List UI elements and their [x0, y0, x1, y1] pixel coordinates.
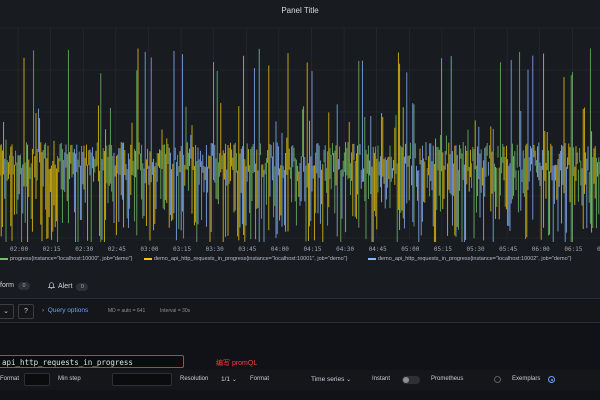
max-data-points-text: MD = auto = 641 — [108, 308, 146, 314]
exemplars-label: Exemplars — [512, 376, 541, 382]
query-options-row: Format Min step Resolution 1/1 ⌄ Format … — [0, 370, 600, 390]
min-step-label: Min step — [58, 376, 81, 382]
instant-toggle[interactable] — [402, 376, 420, 384]
resolution-label: Resolution — [180, 376, 209, 382]
x-tick-label: 02:15 — [42, 246, 61, 253]
x-tick-label: 03:00 — [140, 246, 159, 253]
tab-count-badge: 0 — [76, 283, 89, 291]
x-tick-label: 05:00 — [401, 246, 420, 253]
x-tick-label: 06:15 — [564, 246, 583, 253]
bell-icon — [47, 282, 56, 289]
divider — [0, 298, 600, 299]
x-tick-label: 02:45 — [107, 246, 126, 253]
query-options-toggle[interactable]: › Query options — [42, 307, 88, 314]
legend-swatch — [368, 257, 376, 260]
interval-text: Interval = 30s — [160, 308, 191, 314]
tab-transform[interactable]: form 0 — [0, 282, 30, 290]
query-tab-bar: form 0 Alert 0 — [0, 278, 600, 298]
legend: progress{instance="localhost:10000", job… — [0, 256, 600, 266]
legend-label: progress{instance="localhost:10000", job… — [10, 256, 133, 262]
tab-label: form — [0, 282, 14, 289]
tab-alert[interactable]: Alert 0 — [47, 282, 89, 291]
legend-swatch — [0, 257, 8, 260]
time-series-plot[interactable] — [0, 22, 600, 242]
tab-label: Alert — [58, 283, 73, 290]
legend-item-10002[interactable]: demo_api_http_requests_in_progress{insta… — [368, 256, 571, 262]
x-tick-label: 02:00 — [10, 246, 29, 253]
query-options-label: Query options — [47, 307, 89, 314]
resolution-value: 1/1 — [221, 376, 231, 383]
help-circle-icon[interactable]: ? — [18, 304, 34, 319]
resolution-select[interactable]: 1/1 ⌄ — [216, 373, 242, 386]
chevron-down-icon: ⌄ — [231, 377, 237, 383]
query-header-row: ⌄ ? › Query options MD = auto = 641 Inte… — [0, 300, 600, 322]
legend-label: demo_api_http_requests_in_progress{insta… — [378, 256, 572, 262]
x-tick-label: 03:15 — [173, 246, 192, 253]
chevron-down-icon: ⌄ — [346, 377, 352, 383]
format-label: Format — [0, 376, 20, 382]
format-label-2: Format — [250, 376, 270, 382]
format-select[interactable]: Time series ⌄ — [306, 373, 364, 386]
min-step-input[interactable] — [112, 373, 172, 386]
x-tick-label: 03:45 — [238, 246, 257, 253]
legend-item-10001[interactable]: demo_api_http_requests_in_progress{insta… — [144, 256, 347, 262]
query-row-menu-button[interactable]: ⌄ — [0, 304, 14, 319]
query-editor-area — [0, 323, 600, 353]
toggle-knob — [403, 377, 409, 383]
graph-panel: Panel Title 02:00 02:15 02:30 02:45 03:00 03:… — [0, 0, 600, 278]
x-tick-label: 04:45 — [368, 246, 387, 253]
x-tick-label: 05:15 — [433, 246, 452, 253]
x-tick-label: 03:30 — [205, 246, 224, 253]
x-tick-label: 06:00 — [531, 246, 550, 253]
format-value: Time series — [311, 376, 345, 383]
x-tick-label: 05:30 — [466, 246, 485, 253]
annotation-write-promql: 编写 promQL — [216, 360, 258, 367]
x-tick-label: 04:15 — [303, 246, 322, 253]
legend-item-10000[interactable]: progress{instance="localhost:10000", job… — [0, 256, 132, 262]
x-tick-label: 02:30 — [75, 246, 94, 253]
legend-swatch — [144, 257, 152, 260]
prometheus-label: Prometheus — [431, 376, 464, 382]
panel-title[interactable]: Panel Title — [0, 6, 600, 15]
legend-format-input[interactable] — [24, 373, 50, 386]
x-tick-label: 04:30 — [336, 246, 355, 253]
legend-label: demo_api_http_requests_in_progress{insta… — [154, 256, 348, 262]
promql-query-input[interactable]: api_http_requests_in_progress — [0, 355, 184, 368]
x-tick-label: 05:45 — [499, 246, 518, 253]
x-tick-label: 04:00 — [270, 246, 289, 253]
tab-count-badge: 0 — [18, 282, 30, 290]
exemplars-radio[interactable] — [548, 376, 555, 383]
instant-label: Instant — [372, 376, 391, 382]
prometheus-radio[interactable] — [494, 376, 501, 383]
